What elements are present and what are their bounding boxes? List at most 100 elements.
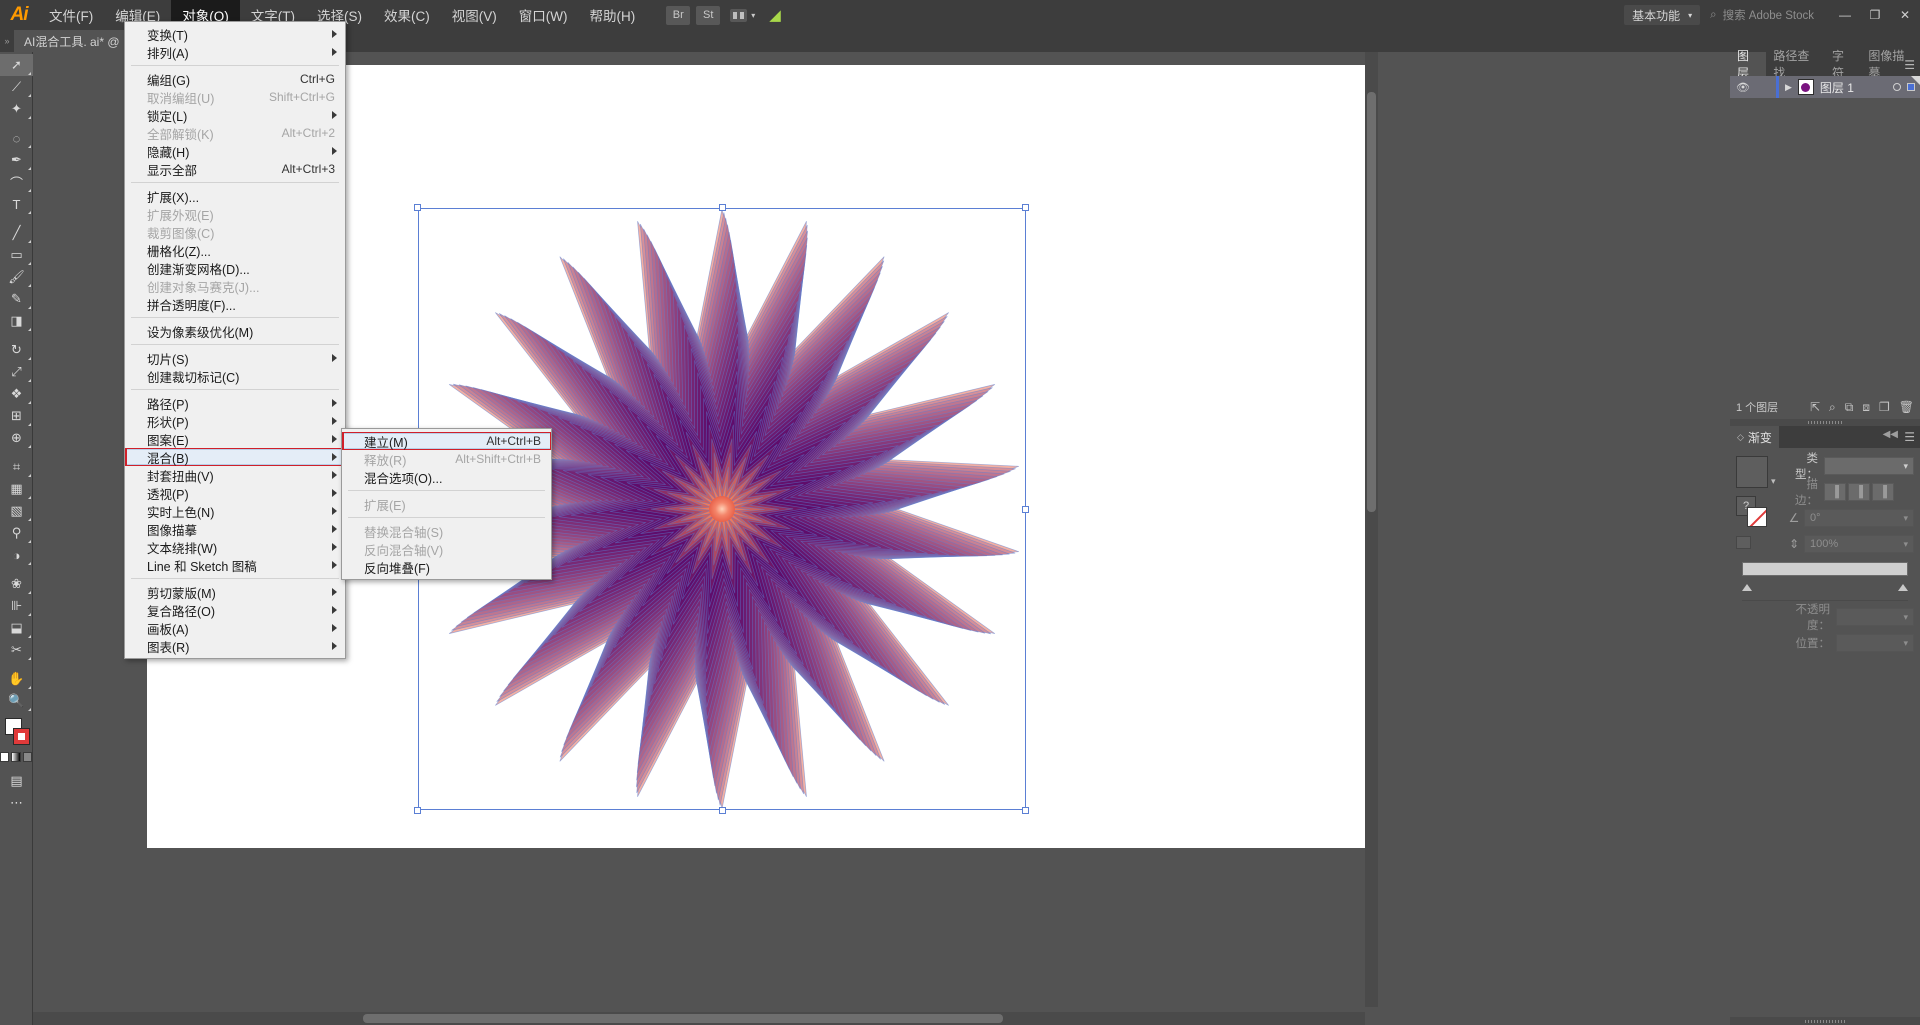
menubar-item-8[interactable]: 帮助(H) bbox=[578, 0, 646, 30]
canvas-horizontal-scrollbar[interactable] bbox=[33, 1012, 1365, 1025]
scrollbar-thumb[interactable] bbox=[1367, 92, 1376, 512]
object-menu-item-14[interactable]: 创建渐变网格(D)... bbox=[125, 259, 345, 277]
arrange-documents-button[interactable]: ▾ bbox=[730, 8, 755, 22]
bridge-button[interactable]: Br bbox=[666, 5, 691, 25]
eraser-tool[interactable]: ◨ bbox=[0, 310, 33, 332]
gradient-type-select[interactable]: ▾ bbox=[1824, 457, 1914, 475]
object-menu-item-20[interactable]: 切片(S) bbox=[125, 349, 345, 367]
gradient-slider[interactable] bbox=[1742, 562, 1908, 576]
object-menu-item-16[interactable]: 拼合透明度(F)... bbox=[125, 295, 345, 313]
stroke-within-icon[interactable]: ▐ bbox=[1824, 483, 1846, 501]
paintbrush-tool[interactable]: 🖌 bbox=[0, 266, 33, 288]
panel-expand-icon[interactable]: » bbox=[0, 36, 14, 46]
eyedropper-tool[interactable]: ⚲ bbox=[0, 522, 33, 544]
rectangle-tool[interactable]: ▭ bbox=[0, 244, 33, 266]
workspace-selector[interactable]: 基本功能 ▾ bbox=[1624, 5, 1701, 25]
object-menu-item-37[interactable]: 图表(R) bbox=[125, 637, 345, 655]
screen-mode-tool[interactable]: ▤ bbox=[0, 770, 33, 792]
pen-tool[interactable]: ✒ bbox=[0, 149, 33, 171]
object-menu-item-26[interactable]: 混合(B) bbox=[125, 448, 345, 466]
minimize-button[interactable]: — bbox=[1830, 0, 1860, 30]
zoom-tool[interactable]: 🔍 bbox=[0, 690, 33, 712]
scale-tool[interactable]: ⤢ bbox=[0, 361, 33, 383]
none-button[interactable] bbox=[22, 752, 32, 762]
chevron-down-icon[interactable]: ▾ bbox=[1903, 539, 1913, 550]
delete-layer-icon[interactable]: 🗑 bbox=[1899, 400, 1914, 415]
layer-name[interactable]: 图层 1 bbox=[1820, 79, 1854, 96]
blend-tool[interactable]: ◑ bbox=[0, 544, 33, 566]
shaper-tool[interactable]: ✎ bbox=[0, 288, 33, 310]
column-graph-tool[interactable]: ⊪ bbox=[0, 595, 33, 617]
shape-builder-tool[interactable]: ⊕ bbox=[0, 427, 33, 449]
object-menu-item-13[interactable]: 栅格化(Z)... bbox=[125, 241, 345, 259]
type-tool[interactable]: T bbox=[0, 193, 33, 215]
object-menu-item-18[interactable]: 设为像素级优化(M) bbox=[125, 322, 345, 340]
eye-icon[interactable]: 👁 bbox=[1735, 81, 1751, 94]
line-segment-tool[interactable]: ╱ bbox=[0, 222, 33, 244]
panel-tab-2[interactable]: 字符 bbox=[1825, 49, 1861, 80]
free-transform-tool[interactable]: ⊞ bbox=[0, 405, 33, 427]
gradient-stroke-button[interactable] bbox=[1747, 507, 1767, 527]
blend-submenu-item-0[interactable]: 建立(M) Alt+Ctrl+B bbox=[342, 432, 551, 450]
gradient-panel-menu-icon[interactable]: ☰ bbox=[1904, 430, 1915, 444]
object-menu-item-31[interactable]: 文本绕排(W) bbox=[125, 538, 345, 556]
stroke-swatch[interactable] bbox=[13, 728, 30, 745]
layers-list-body[interactable] bbox=[1730, 98, 1920, 395]
gradient-stop[interactable] bbox=[1898, 584, 1908, 591]
gradient-button[interactable] bbox=[11, 752, 21, 762]
curvature-tool[interactable]: ⌒ bbox=[0, 171, 33, 193]
hand-tool[interactable]: ✋ bbox=[0, 668, 33, 690]
gradient-location-input[interactable]: ▾ bbox=[1836, 634, 1914, 652]
blend-submenu-item-8[interactable]: 反向堆叠(F) bbox=[342, 558, 551, 576]
lasso-tool[interactable]: ◌ bbox=[0, 127, 33, 149]
tab-gradient[interactable]: ◇ 渐变 bbox=[1730, 426, 1779, 448]
object-menu-item-21[interactable]: 创建裁切标记(C) bbox=[125, 367, 345, 385]
perspective-grid-tool[interactable]: ⌗ bbox=[0, 456, 33, 478]
object-menu-item-35[interactable]: 复合路径(O) bbox=[125, 601, 345, 619]
gradient-opacity-input[interactable]: ▾ bbox=[1836, 608, 1914, 626]
object-menu-item-23[interactable]: 路径(P) bbox=[125, 394, 345, 412]
make-mask-icon[interactable]: ⌕ bbox=[1829, 400, 1836, 415]
duplicate-layer-icon[interactable]: ❐ bbox=[1879, 400, 1890, 415]
object-menu-item-29[interactable]: 实时上色(N) bbox=[125, 502, 345, 520]
menubar-item-6[interactable]: 视图(V) bbox=[441, 0, 508, 30]
object-menu-item-10[interactable]: 扩展(X)... bbox=[125, 187, 345, 205]
slice-tool[interactable]: ✂ bbox=[0, 639, 33, 661]
menubar-item-0[interactable]: 文件(F) bbox=[38, 0, 104, 30]
close-button[interactable]: ✕ bbox=[1890, 0, 1920, 30]
search-input[interactable]: 搜索 Adobe Stock bbox=[1723, 7, 1814, 23]
symbol-sprayer-tool[interactable]: ❀ bbox=[0, 573, 33, 595]
object-menu-item-24[interactable]: 形状(P) bbox=[125, 412, 345, 430]
object-menu-item-1[interactable]: 排列(A) bbox=[125, 43, 345, 61]
stock-button[interactable]: St bbox=[696, 5, 721, 25]
panel-tab-0[interactable]: 图层 bbox=[1730, 49, 1767, 80]
gradient-preview-swatch[interactable] bbox=[1736, 456, 1768, 488]
document-tab[interactable]: AI混合工具. ai* @ bbox=[14, 30, 131, 52]
layer-row[interactable]: 👁 ▶ 图层 1 bbox=[1730, 76, 1920, 98]
target-indicator-icon[interactable] bbox=[1893, 83, 1901, 91]
object-menu-item-36[interactable]: 画板(A) bbox=[125, 619, 345, 637]
panel-menu-icon[interactable]: ☰ bbox=[1904, 58, 1915, 72]
object-menu-item-3[interactable]: 编组(G) Ctrl+G bbox=[125, 70, 345, 88]
selection-handle-tc[interactable] bbox=[719, 204, 726, 211]
object-menu-item-34[interactable]: 剪切蒙版(M) bbox=[125, 583, 345, 601]
menubar-item-7[interactable]: 窗口(W) bbox=[508, 0, 579, 30]
fill-stroke-swatches[interactable] bbox=[0, 716, 33, 750]
gradient-stops[interactable] bbox=[1742, 584, 1908, 594]
object-menu-item-7[interactable]: 隐藏(H) bbox=[125, 142, 345, 160]
selection-handle-bl[interactable] bbox=[414, 807, 421, 814]
chevron-down-icon[interactable]: ▾ bbox=[1903, 638, 1913, 649]
object-menu-item-27[interactable]: 封套扭曲(V) bbox=[125, 466, 345, 484]
gradient-tool[interactable]: ▧ bbox=[0, 500, 33, 522]
selection-handle-tr[interactable] bbox=[1022, 204, 1029, 211]
object-menu-item-32[interactable]: Line 和 Sketch 图稿 bbox=[125, 556, 345, 574]
object-menu-item-28[interactable]: 透视(P) bbox=[125, 484, 345, 502]
blend-submenu-item-2[interactable]: 混合选项(O)... bbox=[342, 468, 551, 486]
create-sublayer-icon[interactable]: ⧉ bbox=[1845, 400, 1854, 415]
panel-resize-grip[interactable] bbox=[1730, 419, 1920, 426]
object-menu-item-30[interactable]: 图像描摹 bbox=[125, 520, 345, 538]
object-menu-item-5[interactable]: 锁定(L) bbox=[125, 106, 345, 124]
panel-tab-strip[interactable]: 图层 路径查找 字符 图像描摹 ☰ bbox=[1730, 49, 1920, 80]
scrollbar-thumb[interactable] bbox=[363, 1014, 1003, 1023]
gradient-fill-stroke-toggle[interactable]: ? bbox=[1736, 496, 1770, 528]
